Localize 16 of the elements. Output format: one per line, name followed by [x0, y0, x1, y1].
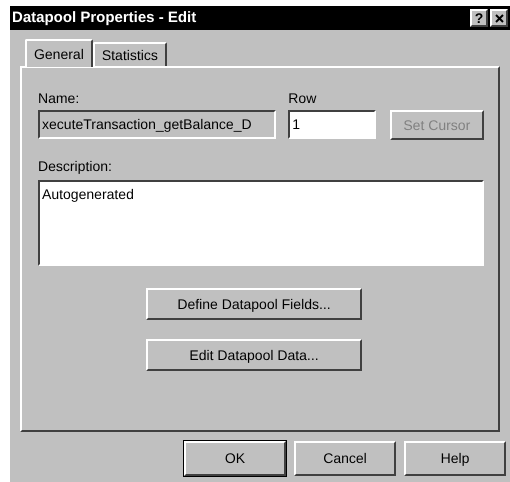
row-field[interactable]: 1 — [288, 110, 376, 139]
tab[interactable]: General — [25, 39, 93, 67]
tab[interactable]: Statistics — [92, 42, 167, 66]
action-button[interactable]: Define Datapool Fields... — [146, 288, 362, 320]
close-icon — [494, 14, 504, 22]
dialog-button[interactable]: Help — [404, 441, 506, 476]
name-label: Name: — [38, 89, 80, 108]
close-button[interactable] — [490, 9, 508, 27]
dialog-button[interactable]: OK — [184, 441, 286, 476]
window-title: Datapool Properties - Edit — [12, 8, 196, 28]
help-button[interactable]: ? — [470, 9, 488, 27]
description-field[interactable]: Autogenerated — [38, 180, 484, 266]
dialog-button[interactable]: Cancel — [294, 441, 396, 476]
action-button[interactable]: Edit Datapool Data... — [146, 339, 362, 371]
row-label: Row — [288, 89, 318, 108]
description-label: Description: — [38, 157, 113, 176]
